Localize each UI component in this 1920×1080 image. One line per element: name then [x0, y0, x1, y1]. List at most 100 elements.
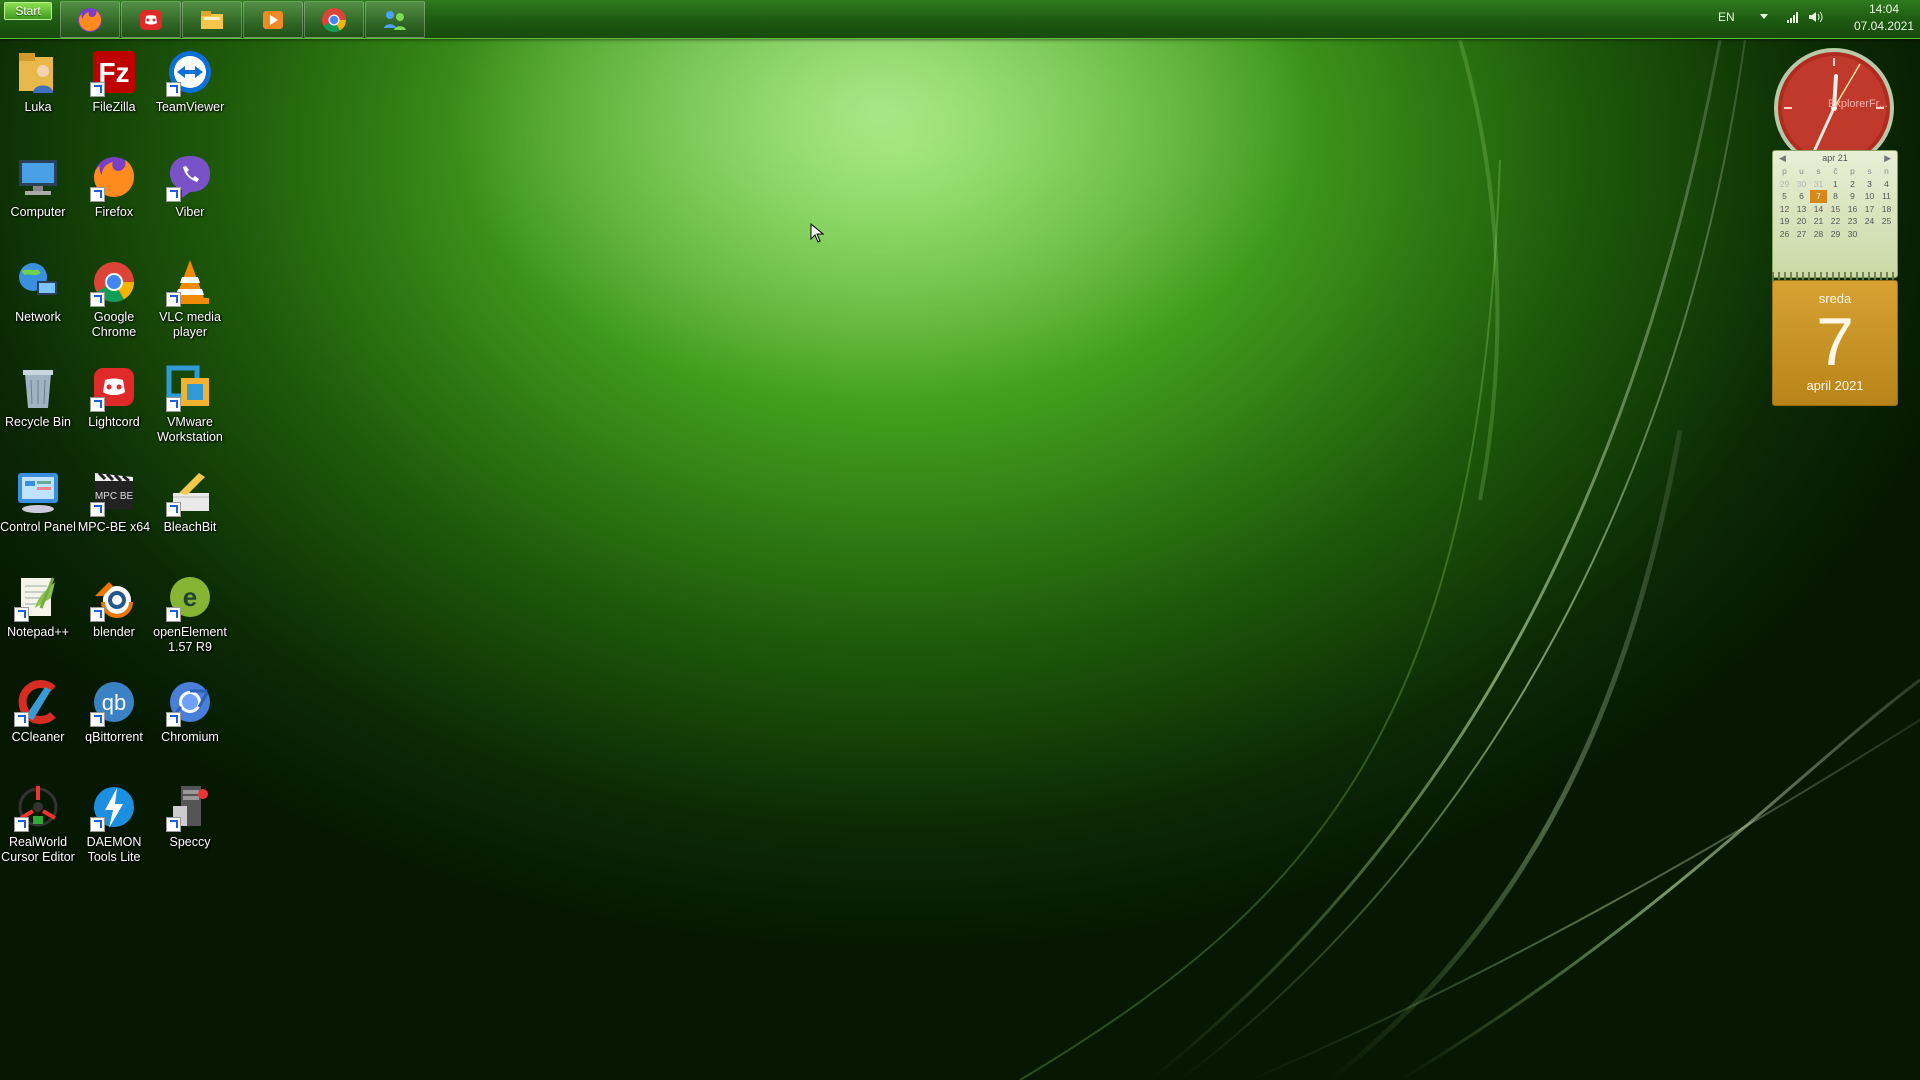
calendar-day[interactable]: 21	[1810, 215, 1827, 228]
calendar-day[interactable]: 11	[1878, 190, 1895, 203]
calendar-day[interactable]: 14	[1810, 203, 1827, 216]
desktop-icon-label: FileZilla	[92, 100, 136, 114]
desktop-icon-label: Computer	[10, 205, 66, 219]
calendar-gadget[interactable]: ◀ apr 21 ▶ p u s č p s n 29 30 31 1 2 3 4 5 6 7 8 9 10 11 12 1…	[1772, 150, 1898, 278]
calendar-day	[1878, 228, 1895, 241]
desktop-icon-recycle-bin[interactable]: Recycle Bin	[0, 359, 76, 430]
network-icon	[13, 257, 63, 307]
calendar-day[interactable]: 18	[1878, 203, 1895, 216]
calendar-next-icon[interactable]: ▶	[1884, 151, 1891, 165]
desktop-icon-network[interactable]: Network	[0, 254, 76, 325]
calendar-day[interactable]: 23	[1844, 215, 1861, 228]
desktop-icon-speccy[interactable]: Speccy	[152, 779, 228, 850]
calendar-day[interactable]: 20	[1793, 215, 1810, 228]
shortcut-arrow-icon	[166, 187, 181, 202]
volume-icon[interactable]	[1808, 10, 1824, 24]
calendar-day[interactable]: 25	[1878, 215, 1895, 228]
language-indicator[interactable]: EN	[1718, 10, 1735, 24]
calendar-day[interactable]: 30	[1793, 178, 1810, 191]
chromium-icon	[165, 677, 215, 727]
taskbar-network-users-button[interactable]	[365, 1, 425, 38]
tray-expand-icon[interactable]	[1760, 14, 1768, 19]
calendar-weekday: p	[1850, 166, 1855, 176]
calendar-day[interactable]: 22	[1827, 215, 1844, 228]
start-button[interactable]: Start	[4, 2, 52, 20]
chrome-icon	[322, 7, 346, 32]
desktop-icon-blender[interactable]: blender	[76, 569, 152, 640]
taskbar-chrome-button[interactable]	[304, 1, 364, 38]
svg-text:qb: qb	[102, 690, 126, 715]
calendar-day[interactable]: 7	[1810, 190, 1827, 203]
desktop-icon-realworld-cursor-editor[interactable]: RealWorld Cursor Editor	[0, 779, 76, 865]
tray-time-text: 14:04	[1868, 2, 1900, 16]
daemon-tools-icon	[89, 782, 139, 832]
desktop-icon-bleachbit[interactable]: BleachBit	[152, 464, 228, 535]
desktop-icon-label: VMware Workstation	[157, 415, 223, 444]
desktop-icon-google-chrome[interactable]: Google Chrome	[76, 254, 152, 340]
computer-icon	[13, 152, 63, 202]
calendar-day[interactable]: 17	[1861, 203, 1878, 216]
calendar-day[interactable]: 29	[1776, 178, 1793, 191]
calendar-day[interactable]: 10	[1861, 190, 1878, 203]
mouse-cursor-icon	[810, 223, 824, 243]
desktop-icon-label: CCleaner	[11, 730, 65, 744]
calendar-day[interactable]: 2	[1844, 178, 1861, 191]
calendar-weekday: s	[1816, 166, 1821, 176]
desktop-icon-ccleaner[interactable]: CCleaner	[0, 674, 76, 745]
calendar-day[interactable]: 24	[1861, 215, 1878, 228]
calendar-day[interactable]: 6	[1793, 190, 1810, 203]
desktop-icon-chromium[interactable]: Chromium	[152, 674, 228, 745]
calendar-header: ◀ apr 21 ▶	[1773, 151, 1897, 165]
desktop-icon-qbittorrent[interactable]: qb qBittorrent	[76, 674, 152, 745]
desktop-icon-openelement-1-57-r9[interactable]: e openElement 1.57 R9	[152, 569, 228, 655]
tray-clock[interactable]: 14:04 07.04.2021	[1852, 1, 1916, 35]
calendar-day[interactable]: 26	[1776, 228, 1793, 241]
shortcut-arrow-icon	[90, 712, 105, 727]
taskbar-firefox-button[interactable]	[60, 1, 120, 38]
calendar-day[interactable]: 29	[1827, 228, 1844, 241]
calendar-day[interactable]: 19	[1776, 215, 1793, 228]
desktop-icon-vlc-media-player[interactable]: VLC media player	[152, 254, 228, 340]
shortcut-arrow-icon	[166, 82, 181, 97]
calendar-day[interactable]: 4	[1878, 178, 1895, 191]
calendar-day[interactable]: 12	[1776, 203, 1793, 216]
desktop-icon-luka[interactable]: Luka	[0, 44, 76, 115]
desktop-icon-firefox[interactable]: Firefox	[76, 149, 152, 220]
calendar-day[interactable]: 16	[1844, 203, 1861, 216]
taskbar-lightcord-button[interactable]	[121, 1, 181, 38]
shortcut-arrow-icon	[90, 292, 105, 307]
calendar-day[interactable]: 15	[1827, 203, 1844, 216]
desktop-icon-computer[interactable]: Computer	[0, 149, 76, 220]
taskbar-explorer-button[interactable]	[182, 1, 242, 38]
svg-text:e: e	[183, 582, 197, 612]
date-card-gadget[interactable]: sreda 7 april 2021	[1772, 280, 1898, 406]
calendar-day[interactable]: 5	[1776, 190, 1793, 203]
desktop-icon-viber[interactable]: Viber	[152, 149, 228, 220]
calendar-day[interactable]: 30	[1844, 228, 1861, 241]
desktop-icon-notepad[interactable]: Notepad++	[0, 569, 76, 640]
calendar-day[interactable]: 13	[1793, 203, 1810, 216]
calendar-day[interactable]: 1	[1827, 178, 1844, 191]
desktop-icon-control-panel[interactable]: Control Panel	[0, 464, 76, 535]
calendar-prev-icon[interactable]: ◀	[1779, 151, 1786, 165]
desktop-icon-label: Viber	[175, 205, 205, 219]
desktop-icon-vmware-workstation[interactable]: VMware Workstation	[152, 359, 228, 445]
calendar-day[interactable]: 8	[1827, 190, 1844, 203]
desktop-icon-lightcord[interactable]: Lightcord	[76, 359, 152, 430]
calendar-day[interactable]: 9	[1844, 190, 1861, 203]
date-card-day: 7	[1816, 304, 1854, 380]
taskbar-media-player-button[interactable]	[243, 1, 303, 38]
calendar-day[interactable]: 28	[1810, 228, 1827, 241]
desktop-icon-mpc-be-x64[interactable]: MPC BE MPC-BE x64	[76, 464, 152, 535]
desktop-icon-label: qBittorrent	[85, 730, 143, 744]
wallpaper-streaks	[1019, 39, 1920, 1080]
desktop-icon-filezilla[interactable]: Fz FileZilla	[76, 44, 152, 115]
calendar-day[interactable]: 31	[1810, 178, 1827, 191]
calendar-day[interactable]: 3	[1861, 178, 1878, 191]
calendar-day[interactable]: 27	[1793, 228, 1810, 241]
desktop-icon-daemon-tools-lite[interactable]: DAEMON Tools Lite	[76, 779, 152, 865]
user-folder-icon	[13, 47, 63, 97]
desktop-icon-teamviewer[interactable]: TeamViewer	[152, 44, 228, 115]
desktop-icon-label: BleachBit	[163, 520, 217, 534]
signal-icon[interactable]	[1786, 10, 1800, 24]
